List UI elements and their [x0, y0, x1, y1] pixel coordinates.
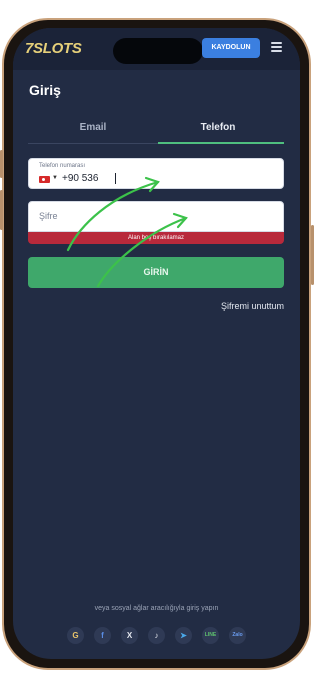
turkey-flag-icon[interactable] — [39, 176, 50, 183]
forgot-password-link[interactable]: Şifremi unuttum — [163, 301, 284, 311]
side-button — [311, 225, 314, 285]
error-message: Alan boş bırakılamaz — [28, 232, 284, 244]
telegram-icon[interactable]: ➤ — [175, 627, 192, 644]
social-icons-row: G f X ♪ ➤ LINE Zalo — [67, 627, 257, 645]
tab-email[interactable]: Email — [33, 122, 153, 133]
register-button[interactable]: KAYDOLUN — [202, 38, 260, 58]
logo-text: 7SLOTS — [25, 40, 82, 57]
phone-field-label: Telefon numarası — [39, 163, 86, 169]
active-tab-indicator — [158, 142, 284, 144]
dynamic-island — [113, 38, 203, 64]
x-icon[interactable]: X — [121, 627, 138, 644]
line-icon[interactable]: LINE — [202, 627, 219, 644]
logo[interactable]: 7SLOTS — [25, 40, 82, 57]
side-button — [0, 150, 3, 178]
login-button[interactable]: GİRİN — [28, 257, 284, 288]
top-bar: 7SLOTS KAYDOLUN — [13, 28, 300, 70]
zalo-icon[interactable]: Zalo — [229, 627, 246, 644]
tab-phone[interactable]: Telefon — [158, 122, 278, 133]
side-button — [0, 190, 3, 230]
google-icon[interactable]: G — [67, 627, 84, 644]
password-placeholder: Şifre — [39, 211, 58, 221]
phone-number-value[interactable]: +90 536 — [62, 173, 98, 184]
tiktok-icon[interactable]: ♪ — [148, 627, 165, 644]
phone-number-field[interactable]: Telefon numarası ▼ +90 536 — [28, 158, 284, 189]
hamburger-menu-icon[interactable] — [271, 42, 282, 52]
facebook-icon[interactable]: f — [94, 627, 111, 644]
password-field[interactable]: Şifre — [28, 201, 284, 232]
social-login-text: veya sosyal ağlar aracılığıyla giriş yap… — [94, 605, 219, 612]
app-screen: 7SLOTS KAYDOLUN Giriş Email Telefon Tele… — [13, 28, 300, 659]
page-title: Giriş — [29, 82, 61, 98]
chevron-down-icon[interactable]: ▼ — [52, 175, 58, 181]
text-caret — [115, 173, 116, 184]
